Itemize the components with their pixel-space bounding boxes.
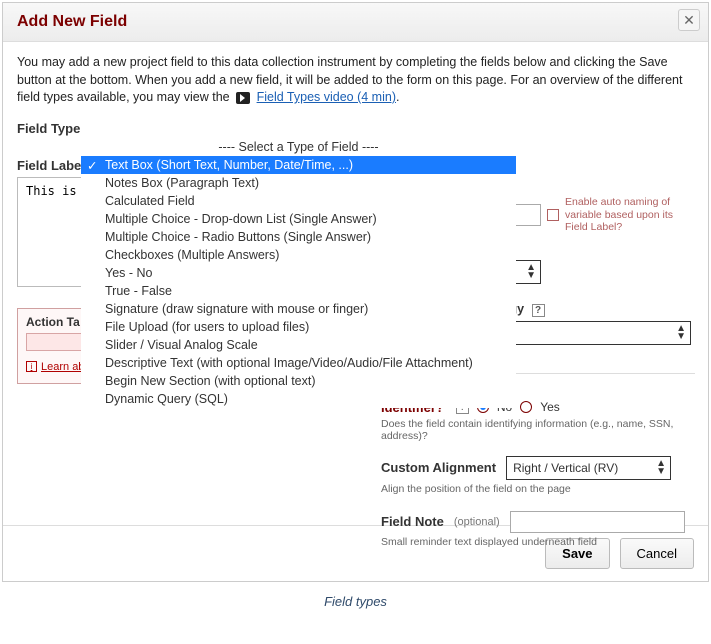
field-type-option[interactable]: Multiple Choice - Radio Buttons (Single … xyxy=(81,228,516,246)
identifier-yes-label: Yes xyxy=(540,400,560,414)
field-type-dropdown[interactable]: ---- Select a Type of Field ---- ✓ Text B… xyxy=(81,138,516,408)
field-type-option[interactable]: Notes Box (Paragraph Text) xyxy=(81,174,516,192)
field-type-option[interactable]: Checkboxes (Multiple Answers) xyxy=(81,246,516,264)
option-label: Yes - No xyxy=(105,266,152,280)
field-type-option[interactable]: Yes - No xyxy=(81,264,516,282)
fieldnote-note: Small reminder text displayed underneath… xyxy=(381,536,695,548)
updown-icon: ▲▼ xyxy=(526,264,536,280)
field-type-option[interactable]: Dynamic Query (SQL) xyxy=(81,390,516,408)
custom-align-value: Right / Vertical (RV) xyxy=(513,461,618,475)
figure-caption: Field types xyxy=(0,594,711,609)
auto-name-label: Enable auto naming of variable based upo… xyxy=(565,196,695,234)
identifier-yes-radio[interactable] xyxy=(520,401,532,413)
option-label: Slider / Visual Analog Scale xyxy=(105,338,258,352)
field-type-option[interactable]: Descriptive Text (with optional Image/Vi… xyxy=(81,354,516,372)
option-label: Begin New Section (with optional text) xyxy=(105,374,316,388)
option-label: Notes Box (Paragraph Text) xyxy=(105,176,259,190)
updown-icon: ▲▼ xyxy=(656,460,666,476)
fieldnote-input[interactable] xyxy=(510,511,685,533)
field-type-option[interactable]: Signature (draw signature with mouse or … xyxy=(81,300,516,318)
dialog-titlebar: Add New Field ✕ xyxy=(3,3,708,42)
info-icon: i xyxy=(26,361,37,372)
field-type-label: Field Type xyxy=(17,121,694,136)
learn-about-link[interactable]: i Learn ab xyxy=(26,361,84,373)
option-label: Calculated Field xyxy=(105,194,195,208)
option-label: Signature (draw signature with mouse or … xyxy=(105,302,368,316)
add-field-dialog: Add New Field ✕ You may add a new projec… xyxy=(2,2,709,582)
action-tags-label: Action Ta xyxy=(26,315,80,329)
field-type-option[interactable]: Multiple Choice - Drop-down List (Single… xyxy=(81,210,516,228)
field-type-option[interactable]: Calculated Field xyxy=(81,192,516,210)
learn-text: Learn ab xyxy=(41,361,84,373)
option-label: Multiple Choice - Drop-down List (Single… xyxy=(105,212,377,226)
help-icon[interactable]: ? xyxy=(532,304,545,317)
fieldnote-optional: (optional) xyxy=(454,516,500,528)
option-label: Dynamic Query (SQL) xyxy=(105,392,228,406)
field-type-option[interactable]: True - False xyxy=(81,282,516,300)
updown-icon: ▲▼ xyxy=(676,325,686,341)
option-label: File Upload (for users to upload files) xyxy=(105,320,309,334)
field-type-option[interactable]: ✓ Text Box (Short Text, Number, Date/Time… xyxy=(81,156,516,174)
video-icon xyxy=(236,92,250,104)
check-icon: ✓ xyxy=(87,158,97,173)
custom-align-row: Custom Alignment Right / Vertical (RV) ▲… xyxy=(381,456,695,480)
option-label: Descriptive Text (with optional Image/Vi… xyxy=(105,356,473,370)
fieldnote-label: Field Note xyxy=(381,514,444,529)
option-label: True - False xyxy=(105,284,172,298)
option-label: Text Box (Short Text, Number, Date/Time,… xyxy=(105,158,353,172)
dropdown-header[interactable]: ---- Select a Type of Field ---- xyxy=(81,138,516,156)
fieldnote-row: Field Note (optional) xyxy=(381,511,695,533)
option-label: Checkboxes (Multiple Answers) xyxy=(105,248,279,262)
intro-end: . xyxy=(396,90,399,104)
custom-align-select[interactable]: Right / Vertical (RV) ▲▼ xyxy=(506,456,671,480)
option-label: Multiple Choice - Radio Buttons (Single … xyxy=(105,230,371,244)
auto-name-checkbox[interactable] xyxy=(547,209,559,221)
field-types-video-link[interactable]: Field Types video (4 min) xyxy=(257,90,396,104)
field-type-option[interactable]: File Upload (for users to upload files) xyxy=(81,318,516,336)
dialog-title: Add New Field xyxy=(17,13,694,31)
close-icon[interactable]: ✕ xyxy=(678,9,700,31)
custom-align-note: Align the position of the field on the p… xyxy=(381,483,695,495)
identifier-note: Does the field contain identifying infor… xyxy=(381,418,695,442)
intro-text: You may add a new project field to this … xyxy=(17,54,694,107)
field-type-option[interactable]: Slider / Visual Analog Scale xyxy=(81,336,516,354)
dialog-content: You may add a new project field to this … xyxy=(3,42,708,525)
custom-align-label: Custom Alignment xyxy=(381,460,496,475)
field-type-option[interactable]: Begin New Section (with optional text) xyxy=(81,372,516,390)
